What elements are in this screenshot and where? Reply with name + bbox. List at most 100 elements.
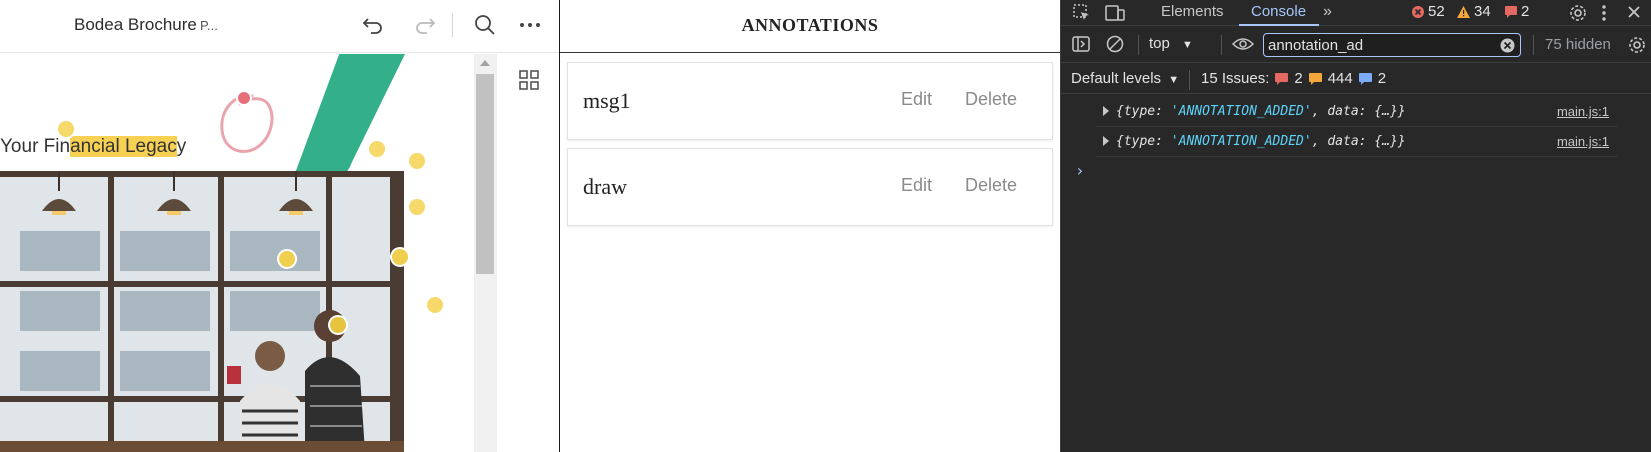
annotation-item: msg1 Edit Delete (567, 62, 1053, 140)
issues-error-count: 2 (1294, 70, 1303, 87)
error-count: 52 (1428, 3, 1445, 20)
scroll-thumb[interactable] (476, 74, 494, 274)
log-prefix: {type: (1116, 104, 1171, 119)
grid-icon[interactable] (519, 70, 539, 90)
sidebar-toggle-icon[interactable] (1072, 35, 1090, 53)
expand-arrow-icon[interactable] (1103, 106, 1109, 116)
freehand-drawing-annotation[interactable] (212, 90, 288, 160)
log-source-link[interactable]: main.js:1 (1557, 134, 1609, 149)
console-prompt[interactable]: › (1075, 161, 1085, 180)
console-log-entry[interactable]: {type: 'ANNOTATION_ADDED', data: {…}} ma… (1096, 128, 1617, 157)
context-value: top (1149, 35, 1170, 52)
settings-gear-icon[interactable] (1569, 4, 1587, 22)
toolbar-divider (1138, 35, 1139, 55)
edit-button[interactable]: Edit (901, 89, 932, 110)
issues-info-count: 2 (1377, 70, 1387, 87)
toolbar-divider (1533, 35, 1534, 55)
issue-info-icon (1358, 72, 1372, 85)
console-log-entry[interactable]: {type: 'ANNOTATION_ADDED', data: {…}} ma… (1096, 98, 1617, 127)
tab-console[interactable]: Console (1251, 3, 1306, 20)
levels-row: Default levels ▼ 15 Issues: 2 444 2 (1061, 64, 1651, 94)
issues-warning-count: 444 (1327, 70, 1353, 87)
annotations-title: ANNOTATIONS (560, 0, 1060, 53)
inspect-element-icon[interactable] (1073, 4, 1091, 22)
error-counter[interactable]: 52 (1411, 3, 1445, 20)
log-suffix: , data: {…}} (1311, 134, 1406, 149)
more-tabs-chevron-icon[interactable]: » (1323, 3, 1332, 21)
delete-button[interactable]: Delete (965, 175, 1017, 196)
issues-label: 15 Issues: (1201, 70, 1270, 87)
kebab-menu-icon[interactable] (1601, 4, 1607, 22)
devtools-tab-bar: Elements Console » 52 34 2 (1061, 0, 1651, 26)
undo-icon[interactable] (358, 10, 388, 40)
document-title-extra: P... (200, 18, 218, 33)
log-source-link[interactable]: main.js:1 (1557, 104, 1609, 119)
context-selector[interactable]: top ▼ (1149, 35, 1193, 52)
issue-error-icon (1275, 72, 1289, 85)
close-icon[interactable] (1627, 5, 1641, 19)
viewer-toolbar: Bodea Brochure P... (0, 0, 559, 53)
annotations-panel: ANNOTATIONS msg1 Edit Delete draw Edit D… (559, 0, 1060, 452)
scroll-up-arrow-icon[interactable] (480, 60, 490, 66)
more-icon[interactable] (515, 10, 545, 40)
warning-count: 34 (1474, 3, 1491, 20)
issue-flag-icon (1505, 6, 1517, 18)
clear-filter-icon[interactable] (1500, 38, 1515, 53)
sticky-note-annotation[interactable] (406, 196, 428, 218)
document-title: Bodea Brochure (74, 15, 197, 34)
page-scrollbar[interactable] (474, 54, 496, 452)
console-filter[interactable] (1263, 33, 1521, 57)
thumbnail-panel (496, 54, 559, 452)
sticky-note-annotation[interactable] (327, 314, 349, 336)
hidden-messages-count: 75 hidden (1545, 36, 1611, 53)
tab-elements[interactable]: Elements (1161, 3, 1224, 20)
pdf-page[interactable]: Your Financial Legacy (0, 54, 475, 452)
highlight-annotation[interactable]: ancial Legac (70, 136, 177, 157)
annotation-text: draw (583, 174, 627, 199)
toolbar-divider (452, 13, 453, 37)
expand-arrow-icon[interactable] (1103, 136, 1109, 146)
chevron-down-icon: ▼ (1182, 39, 1193, 51)
clear-console-icon[interactable] (1106, 35, 1124, 53)
sticky-note-annotation[interactable] (366, 138, 388, 160)
device-toolbar-icon[interactable] (1105, 4, 1125, 22)
log-type-value: 'ANNOTATION_ADDED' (1170, 134, 1312, 149)
sticky-note-annotation[interactable] (389, 246, 411, 268)
log-levels-label: Default levels (1071, 70, 1162, 87)
active-tab-indicator (1239, 24, 1319, 26)
log-message: {type: 'ANNOTATION_ADDED', data: {…}} (1116, 104, 1406, 119)
error-icon (1412, 5, 1424, 18)
sticky-note-annotation[interactable] (55, 118, 77, 140)
sticky-note-annotation[interactable] (424, 294, 446, 316)
log-message: {type: 'ANNOTATION_ADDED', data: {…}} (1116, 134, 1406, 149)
log-prefix: {type: (1116, 134, 1171, 149)
filter-input[interactable] (1268, 36, 1488, 54)
sticky-note-annotation[interactable] (276, 248, 298, 270)
sticky-note-annotation[interactable] (406, 150, 428, 172)
console-settings-gear-icon[interactable] (1628, 36, 1646, 54)
redo-icon[interactable] (410, 10, 440, 40)
chevron-down-icon: ▼ (1168, 74, 1180, 86)
console-toolbar: top ▼ 75 hidden (1061, 27, 1651, 63)
annotation-item: draw Edit Delete (567, 148, 1053, 226)
delete-button[interactable]: Delete (965, 89, 1017, 110)
warning-counter[interactable]: 34 (1456, 3, 1491, 20)
page-heading: Your Financial Legacy (0, 136, 186, 158)
log-type-value: 'ANNOTATION_ADDED' (1170, 104, 1312, 119)
toolbar-divider (1221, 35, 1222, 55)
search-icon[interactable] (470, 10, 500, 40)
log-levels-selector[interactable]: Default levels ▼ (1071, 70, 1179, 87)
toolbar-divider (1189, 70, 1190, 90)
warning-icon (1457, 5, 1470, 18)
annotation-text: msg1 (583, 88, 631, 113)
office-photo (0, 171, 404, 452)
info-counter[interactable]: 2 (1504, 3, 1529, 20)
edit-button[interactable]: Edit (901, 175, 932, 196)
issue-warning-icon (1308, 72, 1322, 85)
live-expression-eye-icon[interactable] (1231, 36, 1255, 52)
info-count: 2 (1521, 3, 1530, 20)
issues-summary[interactable]: 15 Issues: 2 444 2 (1201, 70, 1386, 87)
pdf-viewer: Bodea Brochure P... Your Financial Legac… (0, 0, 559, 452)
log-suffix: , data: {…}} (1311, 104, 1406, 119)
devtools-panel: Elements Console » 52 34 2 top ▼ annotat… (1060, 0, 1651, 452)
